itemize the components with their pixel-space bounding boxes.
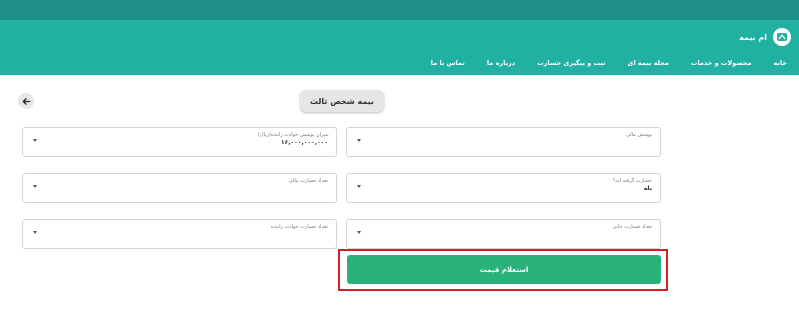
field-bodily-claims-count[interactable]: تعداد خسارت جانی	[346, 219, 661, 249]
field-label: پوشش مالی	[625, 132, 652, 138]
top-strip	[0, 0, 799, 20]
menu-item-products[interactable]: محصولات و خدمات	[691, 59, 752, 67]
price-inquiry-button[interactable]: استعلام قیمت	[347, 255, 661, 284]
field-label: میزان پوشش حوادث راننده(ریال)	[257, 132, 328, 138]
field-label: تعداد خسارت جانی	[612, 224, 652, 230]
field-value: ۱۶,۰۰۰,۰۰۰,۰۰۰	[280, 139, 328, 146]
menu-item-magazine[interactable]: مجله بیمه ای	[627, 59, 668, 67]
field-driver-claims-count[interactable]: تعداد خسارت حوادث راننده	[22, 219, 337, 249]
chevron-down-icon	[357, 231, 361, 234]
arrow-left-icon	[22, 97, 30, 105]
brand[interactable]: ام بیمه	[739, 27, 791, 47]
menu-item-home[interactable]: خانه	[773, 59, 787, 67]
menu-item-contact[interactable]: تماس با ما	[431, 59, 465, 67]
mbimeh-logo-icon	[773, 28, 791, 46]
field-label: تعداد خسارت حوادث راننده	[271, 224, 328, 230]
main-menu: خانه محصولات و خدمات مجله بیمه ای ثبت و …	[431, 59, 787, 67]
field-label: تعداد خسارت مالی	[288, 178, 328, 184]
field-financial-claims-count[interactable]: تعداد خسارت مالی	[22, 173, 337, 203]
field-had-claims[interactable]: خسارت گرفته اید؟ بله	[346, 173, 661, 203]
field-label: خسارت گرفته اید؟	[612, 178, 652, 184]
price-inquiry-label: استعلام قیمت	[479, 265, 529, 274]
field-financial-coverage[interactable]: پوشش مالی	[346, 127, 661, 157]
chevron-down-icon	[357, 185, 361, 188]
page-title: بیمه شخص ثالث	[309, 96, 375, 106]
chevron-down-icon	[33, 139, 37, 142]
field-value: بله	[643, 185, 652, 192]
navbar: ام بیمه خانه محصولات و خدمات مجله بیمه ا…	[0, 20, 799, 75]
chevron-down-icon	[357, 139, 361, 142]
field-driver-accident-coverage[interactable]: میزان پوشش حوادث راننده(ریال) ۱۶,۰۰۰,۰۰۰…	[22, 127, 337, 157]
brand-name: ام بیمه	[739, 32, 767, 42]
chevron-down-icon	[33, 185, 37, 188]
page-title-pill: بیمه شخص ثالث	[300, 90, 384, 112]
back-button[interactable]	[18, 93, 34, 109]
menu-item-about[interactable]: درباره ما	[487, 59, 515, 67]
menu-item-claims[interactable]: ثبت و پیگیری خسارت	[537, 59, 605, 67]
chevron-down-icon	[33, 231, 37, 234]
